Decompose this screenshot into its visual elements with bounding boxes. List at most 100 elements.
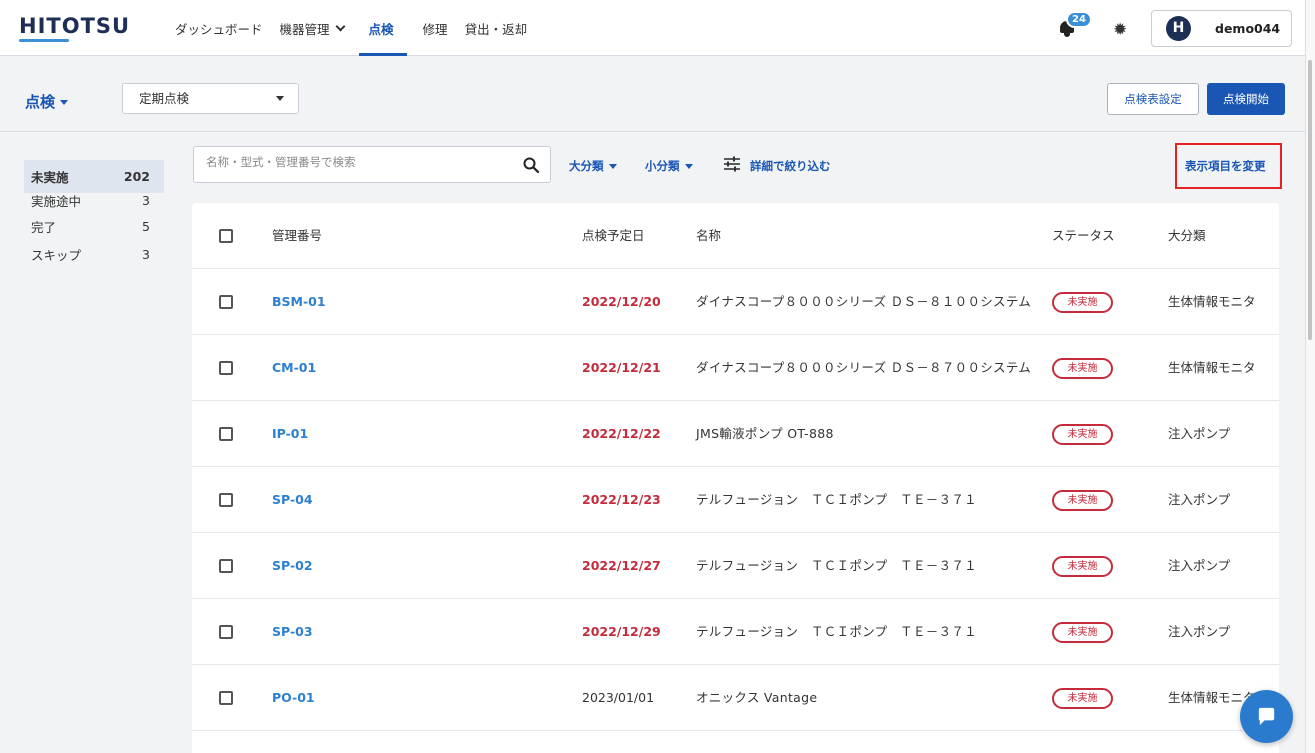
- status-badge: 未実施: [1052, 358, 1113, 379]
- filter-small-category[interactable]: 小分類: [645, 158, 693, 174]
- sliders-icon[interactable]: [723, 156, 741, 172]
- row-status: 未実施: [1052, 599, 1113, 665]
- row-date: 2022/12/27: [582, 558, 661, 573]
- nav-equipment[interactable]: 機器管理: [279, 0, 345, 56]
- search-input[interactable]: [206, 155, 506, 169]
- row-status: 未実施: [1052, 269, 1113, 335]
- column-header-id[interactable]: 管理番号: [272, 203, 322, 269]
- row-id-link[interactable]: SP-03: [272, 599, 313, 665]
- logo-underline: [19, 39, 69, 42]
- row-name: テルフュージョン ＴＣＩポンプ ＴＥ－３７１: [696, 558, 977, 573]
- table-row[interactable]: CM-01 2022/12/21 ダイナスコープ８０００シリーズ ＤＳ－８７００…: [192, 335, 1279, 401]
- app-logo[interactable]: HITOTSU: [19, 14, 130, 38]
- filter-large-category-label: 大分類: [569, 159, 604, 173]
- row-id-link[interactable]: IP-01: [272, 401, 308, 467]
- username: demo044: [1215, 21, 1281, 36]
- main-nav: ダッシュボード 機器管理 点検 修理 貸出・返却: [175, 0, 544, 56]
- mode-dropdown[interactable]: 点検: [25, 91, 69, 112]
- row-id-link[interactable]: PO-01: [272, 665, 315, 731]
- chat-button[interactable]: [1240, 690, 1293, 743]
- scrollbar-thumb[interactable]: [1308, 60, 1312, 340]
- nav-equipment-label: 機器管理: [279, 21, 330, 37]
- column-header-name[interactable]: 名称: [696, 203, 721, 269]
- change-columns-button[interactable]: 表示項目を変更: [1185, 158, 1266, 174]
- status-badge: 未実施: [1052, 490, 1113, 511]
- row-checkbox[interactable]: [219, 295, 233, 309]
- row-id-link[interactable]: SP-02: [272, 533, 313, 599]
- row-name: JMS輸液ポンプ OT-888: [696, 426, 834, 441]
- sidebar-item-label: 実施途中: [31, 193, 82, 209]
- inspection-type-value: 定期点検: [139, 91, 190, 106]
- row-category: 注入ポンプ: [1168, 558, 1231, 573]
- nav-repair[interactable]: 修理: [423, 0, 448, 56]
- caret-down-icon: [276, 96, 284, 101]
- row-category: 注入ポンプ: [1168, 624, 1231, 639]
- row-date: 2023/01/01: [582, 690, 655, 705]
- filter-small-category-label: 小分類: [645, 159, 680, 173]
- detail-filter-button[interactable]: 詳細で絞り込む: [750, 158, 831, 174]
- inspection-type-select[interactable]: 定期点検: [122, 83, 299, 114]
- row-id-link[interactable]: BSM-01: [272, 269, 326, 335]
- sidebar-item-label: 未実施: [31, 170, 69, 185]
- notification-badge: 24: [1066, 11, 1092, 28]
- row-checkbox[interactable]: [219, 361, 233, 375]
- nav-dashboard[interactable]: ダッシュボード: [175, 0, 263, 56]
- table-row[interactable]: IP-01 2022/12/22 JMS輸液ポンプ OT-888 未実施 注入ポ…: [192, 401, 1279, 467]
- top-navbar: HITOTSU ダッシュボード 機器管理 点検 修理 貸出・返却 24 ✹ H …: [0, 0, 1305, 56]
- status-badge: 未実施: [1052, 424, 1113, 445]
- select-all-checkbox[interactable]: [219, 229, 233, 243]
- row-checkbox[interactable]: [219, 559, 233, 573]
- nav-inspection-label: 点検: [368, 21, 394, 37]
- row-category: 生体情報モニタ: [1168, 294, 1256, 309]
- row-id-link[interactable]: CM-01: [272, 335, 316, 401]
- row-status: 未実施: [1052, 335, 1113, 401]
- table-row[interactable]: PO-01 2023/01/01 オニックス Vantage 未実施 生体情報モ…: [192, 665, 1279, 731]
- row-category: 注入ポンプ: [1168, 492, 1231, 507]
- inspection-table: 管理番号 点検予定日 名称 ステータス 大分類 BSM-01 2022/12/2…: [192, 203, 1279, 753]
- nav-lending[interactable]: 貸出・返却: [465, 0, 528, 56]
- status-badge: 未実施: [1052, 556, 1113, 577]
- nav-dashboard-label: ダッシュボード: [175, 21, 263, 37]
- column-header-category[interactable]: 大分類: [1168, 203, 1206, 269]
- row-category: 生体情報モニタ: [1168, 360, 1256, 375]
- filter-large-category[interactable]: 大分類: [569, 158, 617, 174]
- row-checkbox[interactable]: [219, 427, 233, 441]
- nav-inspection[interactable]: 点検: [358, 0, 407, 56]
- row-id-link[interactable]: SP-04: [272, 467, 313, 533]
- row-name: テルフュージョン ＴＣＩポンプ ＴＥ－３７１: [696, 624, 977, 639]
- row-checkbox[interactable]: [219, 493, 233, 507]
- row-status: 未実施: [1052, 533, 1113, 599]
- table-row[interactable]: SP-04 2022/12/23 テルフュージョン ＴＣＩポンプ ＴＥ－３７１ …: [192, 467, 1279, 533]
- row-status: 未実施: [1052, 401, 1113, 467]
- sidebar-item-count: 5: [142, 218, 150, 234]
- row-checkbox[interactable]: [219, 625, 233, 639]
- nav-lending-label: 貸出・返却: [464, 21, 528, 37]
- caret-down-icon: [60, 100, 69, 105]
- sidebar-item-count: 202: [123, 169, 150, 184]
- column-header-date[interactable]: 点検予定日: [582, 203, 645, 269]
- column-header-status[interactable]: ステータス: [1052, 203, 1115, 269]
- row-status: 未実施: [1052, 467, 1113, 533]
- table-row[interactable]: SP-02 2022/12/27 テルフュージョン ＴＣＩポンプ ＴＥ－３７１ …: [192, 533, 1279, 599]
- user-menu-button[interactable]: H demo044: [1151, 10, 1292, 47]
- table-row[interactable]: BSM-01 2022/12/20 ダイナスコープ８０００シリーズ ＤＳ－８１０…: [192, 269, 1279, 335]
- gear-icon[interactable]: ✹: [1113, 22, 1127, 39]
- table-row[interactable]: SP-03 2022/12/29 テルフュージョン ＴＣＩポンプ ＴＥ－３７１ …: [192, 599, 1279, 665]
- sidebar-item-count: 3: [142, 246, 150, 262]
- nav-repair-label: 修理: [422, 21, 448, 37]
- sidebar-item-skip[interactable]: スキップ 3: [24, 237, 164, 271]
- search-icon[interactable]: [522, 156, 540, 174]
- row-checkbox[interactable]: [219, 691, 233, 705]
- table-header-row: 管理番号 点検予定日 名称 ステータス 大分類: [192, 203, 1279, 269]
- mode-label: 点検: [25, 93, 56, 111]
- start-inspection-button[interactable]: 点検開始: [1207, 83, 1285, 115]
- search-box: [193, 146, 551, 183]
- change-columns-highlight: 表示項目を変更: [1175, 143, 1282, 189]
- sub-header: 点検 定期点検 点検表設定 点検開始: [0, 57, 1305, 132]
- status-badge: 未実施: [1052, 622, 1113, 643]
- row-date: 2022/12/29: [582, 624, 661, 639]
- row-date: 2022/12/23: [582, 492, 661, 507]
- avatar: H: [1166, 16, 1191, 41]
- sidebar-item-label: スキップ: [31, 247, 82, 263]
- inspection-settings-button[interactable]: 点検表設定: [1107, 83, 1199, 115]
